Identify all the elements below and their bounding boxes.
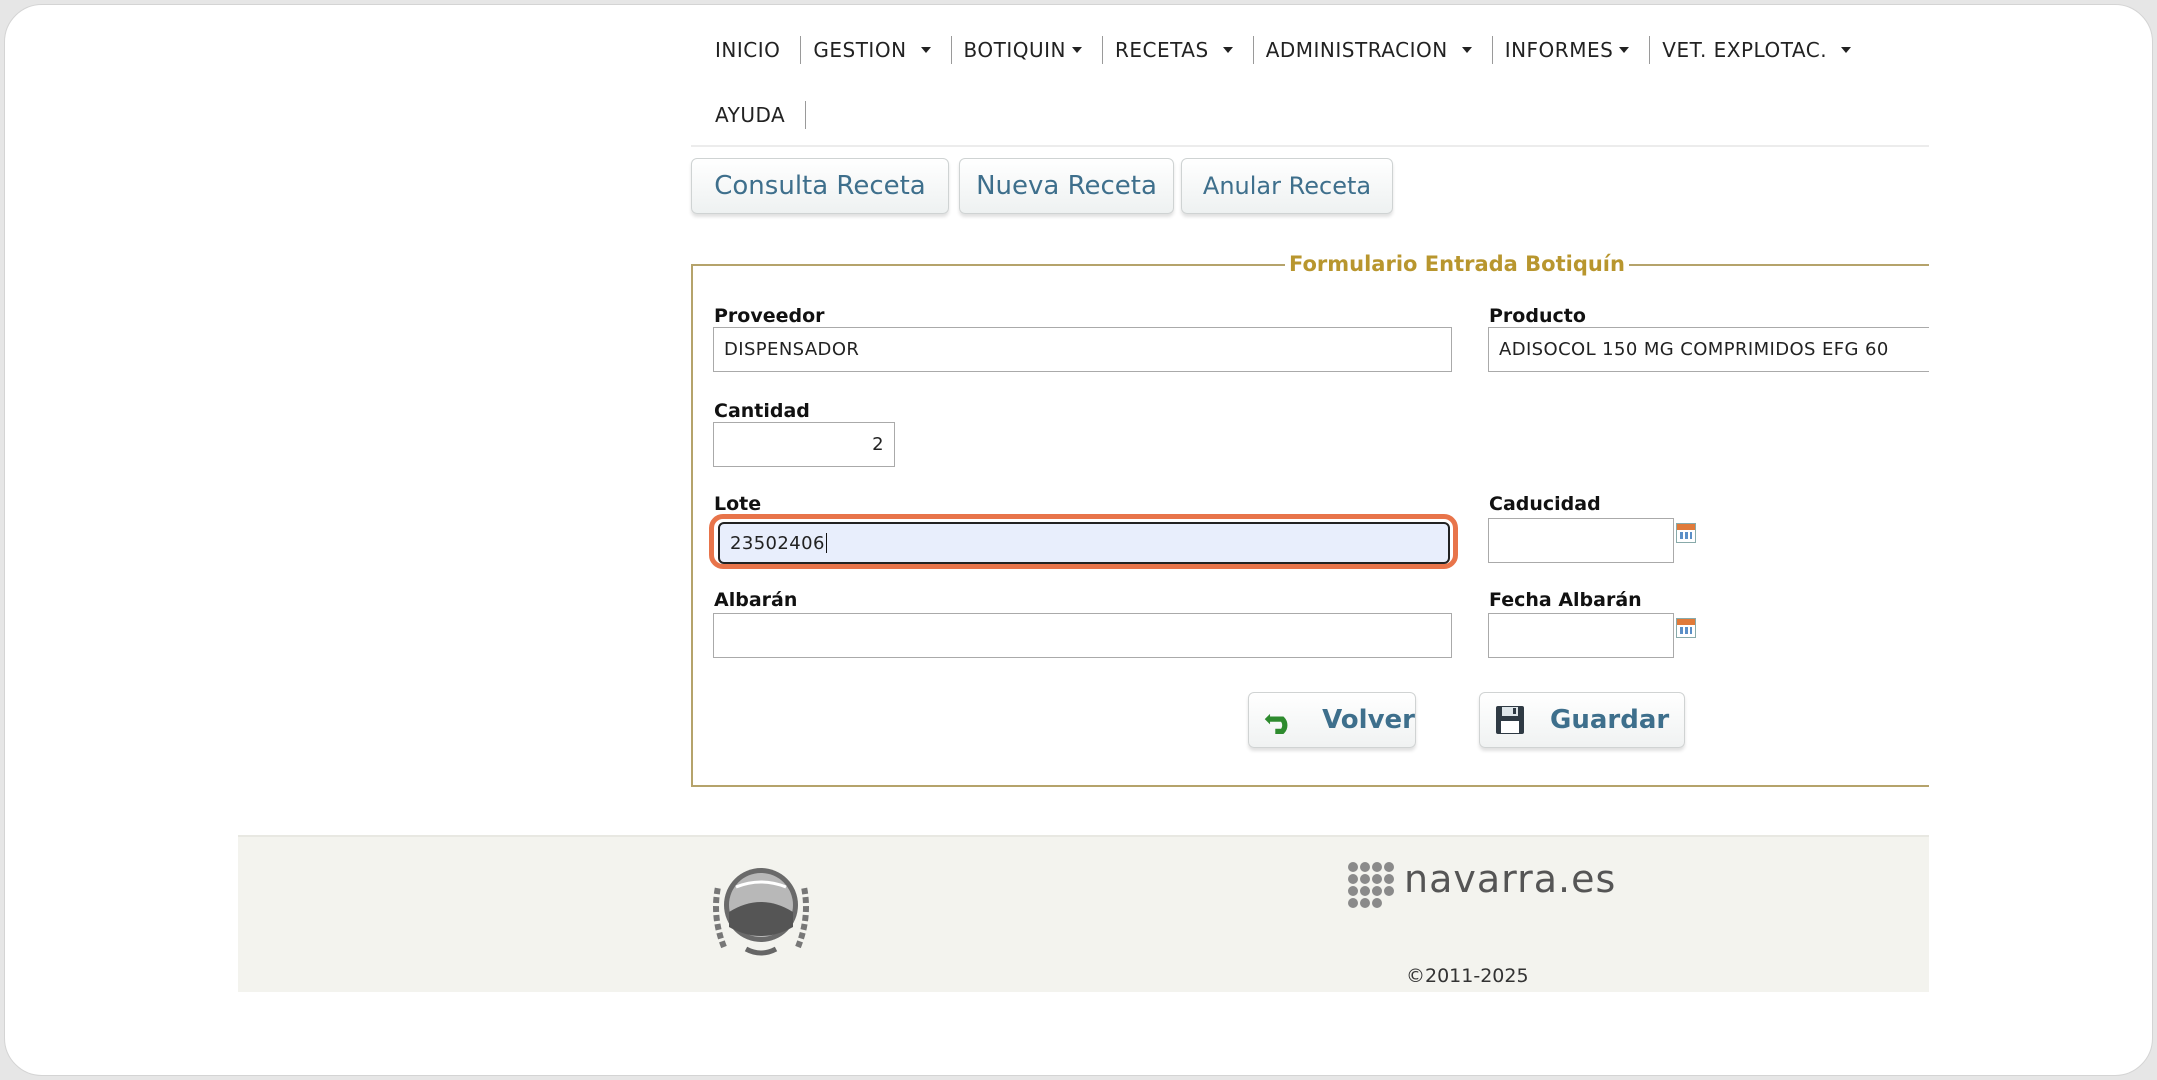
fecha-albaran-label: Fecha Albarán xyxy=(1489,589,1642,611)
caret-down-icon xyxy=(1841,47,1852,53)
coat-of-arms-icon xyxy=(713,868,809,956)
producto-field[interactable]: ADISOCOL 150 MG COMPRIMIDOS EFG 60 xyxy=(1488,327,1929,372)
nav-item-informes[interactable]: INFORMES xyxy=(1493,38,1650,62)
caret-down-icon xyxy=(1072,47,1082,53)
main-nav-row-2: AYUDA xyxy=(703,95,807,135)
tab-label: Nueva Receta xyxy=(976,171,1157,201)
nav-item-ayuda[interactable]: AYUDA xyxy=(703,103,805,127)
form-legend: Formulario Entrada Botiquín xyxy=(1285,252,1629,276)
dot-grid-logo-icon xyxy=(1348,862,1394,908)
nav-separator xyxy=(805,101,807,129)
lote-value: 23502406 xyxy=(730,532,825,554)
caducidad-field[interactable] xyxy=(1488,518,1674,563)
nav-divider xyxy=(691,145,1929,147)
nav-item-recetas[interactable]: RECETAS xyxy=(1103,38,1253,62)
footer: navarra.es ©2011-2025 xyxy=(238,835,1929,992)
tab-nueva-receta[interactable]: Nueva Receta xyxy=(959,158,1174,214)
nav-item-inicio[interactable]: INICIO xyxy=(703,38,800,62)
volver-button[interactable]: Volver xyxy=(1248,692,1416,748)
copyright: ©2011-2025 xyxy=(1406,965,1529,987)
nav-item-vet-explotac[interactable]: VET. EXPLOTAC. xyxy=(1650,38,1871,62)
nav-label: INICIO xyxy=(715,38,781,62)
cantidad-label: Cantidad xyxy=(714,400,810,422)
caret-down-icon xyxy=(1222,47,1233,53)
nav-item-gestion[interactable]: GESTION xyxy=(801,38,950,62)
fecha-albaran-field[interactable] xyxy=(1488,613,1674,658)
cantidad-field[interactable]: 2 xyxy=(713,422,895,467)
caret-down-icon xyxy=(1461,47,1472,53)
caret-down-icon xyxy=(1619,47,1630,53)
guardar-button[interactable]: Guardar xyxy=(1479,692,1685,748)
proveedor-field[interactable]: DISPENSADOR xyxy=(713,327,1452,372)
tab-anular-receta[interactable]: Anular Receta xyxy=(1181,158,1393,214)
nav-label: VET. EXPLOTAC. xyxy=(1662,38,1828,62)
caducidad-label: Caducidad xyxy=(1489,493,1601,515)
fieldset-border-bottom xyxy=(691,785,1929,787)
text-cursor xyxy=(825,533,827,553)
fieldset-border-left xyxy=(691,264,693,787)
floppy-disk-icon xyxy=(1496,706,1524,734)
nav-label: ADMINISTRACION xyxy=(1265,38,1448,62)
albaran-label: Albarán xyxy=(714,589,798,611)
calendar-icon[interactable] xyxy=(1676,618,1696,638)
tab-label: Consulta Receta xyxy=(714,171,926,201)
nav-label: INFORMES xyxy=(1504,38,1614,62)
nav-item-botiquin[interactable]: BOTIQUIN xyxy=(952,38,1102,62)
producto-label: Producto xyxy=(1489,305,1586,327)
app-window: INICIO GESTION BOTIQUIN RECETAS ADMINIST… xyxy=(4,4,2153,1076)
nav-label: BOTIQUIN xyxy=(963,38,1066,62)
calendar-icon[interactable] xyxy=(1676,523,1696,543)
nav-label: RECETAS xyxy=(1115,38,1209,62)
lote-field[interactable]: 23502406 xyxy=(718,522,1450,564)
nav-item-administracion[interactable]: ADMINISTRACION xyxy=(1254,38,1492,62)
lote-label: Lote xyxy=(714,493,762,515)
brand-name[interactable]: navarra.es xyxy=(1404,857,1616,901)
nav-label: GESTION xyxy=(813,38,907,62)
caret-down-icon xyxy=(920,47,931,53)
nav-label: AYUDA xyxy=(715,103,786,127)
tab-consulta-receta[interactable]: Consulta Receta xyxy=(691,158,949,214)
tab-label: Anular Receta xyxy=(1202,172,1372,200)
volver-label: Volver xyxy=(1322,705,1415,735)
undo-arrow-icon xyxy=(1264,713,1288,735)
proveedor-label: Proveedor xyxy=(714,305,825,327)
main-nav: INICIO GESTION BOTIQUIN RECETAS ADMINIST… xyxy=(703,30,1871,70)
guardar-label: Guardar xyxy=(1550,705,1670,735)
albaran-field[interactable] xyxy=(713,613,1452,658)
